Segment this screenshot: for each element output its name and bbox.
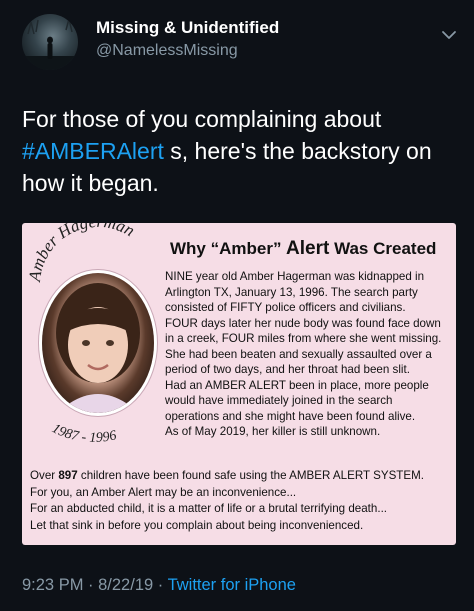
bottom-message: Over 897 children have been found safe u… — [30, 468, 450, 534]
message-line: Let that sink in before you complain abo… — [30, 518, 364, 532]
attached-image-card[interactable]: Amber Hagerman 1987 - 1996 Why “Amber” A… — [22, 223, 456, 545]
message-line: For you, an Amber Alert may be an inconv… — [30, 485, 297, 499]
years-text: 1987 - 1996 — [49, 421, 118, 446]
hashtag-link[interactable]: #AMBERAlert — [22, 138, 164, 164]
svg-text:1987 - 1996: 1987 - 1996 — [49, 421, 118, 446]
avatar-silhouette-icon — [22, 18, 78, 70]
tweet-header: Missing & Unidentified @NamelessMissing — [22, 14, 462, 74]
children-count: 897 — [58, 469, 78, 482]
years-arc-label: 1987 - 1996 — [49, 421, 118, 446]
tweet-text-part1: For those of you complaining about — [22, 106, 382, 132]
message-line: For an abducted child, it is a matter of… — [30, 502, 388, 515]
arc-name-text: Amber Hagerman — [25, 223, 138, 283]
tweet-meta: 9:23 PM · 8/22/19 · Twitter for iPhone — [22, 576, 296, 594]
tweet-date[interactable]: 8/22/19 — [98, 576, 153, 594]
tweet-text: For those of you complaining about #AMBE… — [22, 103, 462, 199]
children-found-line: Over 897 children have been found safe u… — [30, 469, 424, 482]
display-name[interactable]: Missing & Unidentified — [96, 18, 279, 38]
story-paragraph: As of May 2019, her killer is still unkn… — [165, 425, 381, 438]
story-paragraph: FOUR days later her nude body was found … — [165, 316, 442, 377]
girl-portrait-icon — [56, 283, 140, 413]
tweet-source-link[interactable]: Twitter for iPhone — [168, 576, 296, 594]
chevron-down-icon[interactable] — [440, 26, 458, 44]
avatar[interactable] — [22, 14, 78, 70]
story-paragraph: NINE year old Amber Hagerman was kidnapp… — [165, 270, 425, 314]
amber-photo — [42, 273, 154, 413]
tweet-time[interactable]: 9:23 PM — [22, 576, 83, 594]
card-title: Why “Amber” Alert Was Created — [170, 238, 437, 259]
user-handle[interactable]: @NamelessMissing — [96, 42, 238, 60]
svg-text:Amber Hagerman: Amber Hagerman — [25, 223, 138, 283]
story-paragraph: Had an AMBER ALERT been in place, more p… — [165, 378, 429, 423]
story-text: NINE year old Amber Hagerman was kidnapp… — [165, 269, 449, 440]
